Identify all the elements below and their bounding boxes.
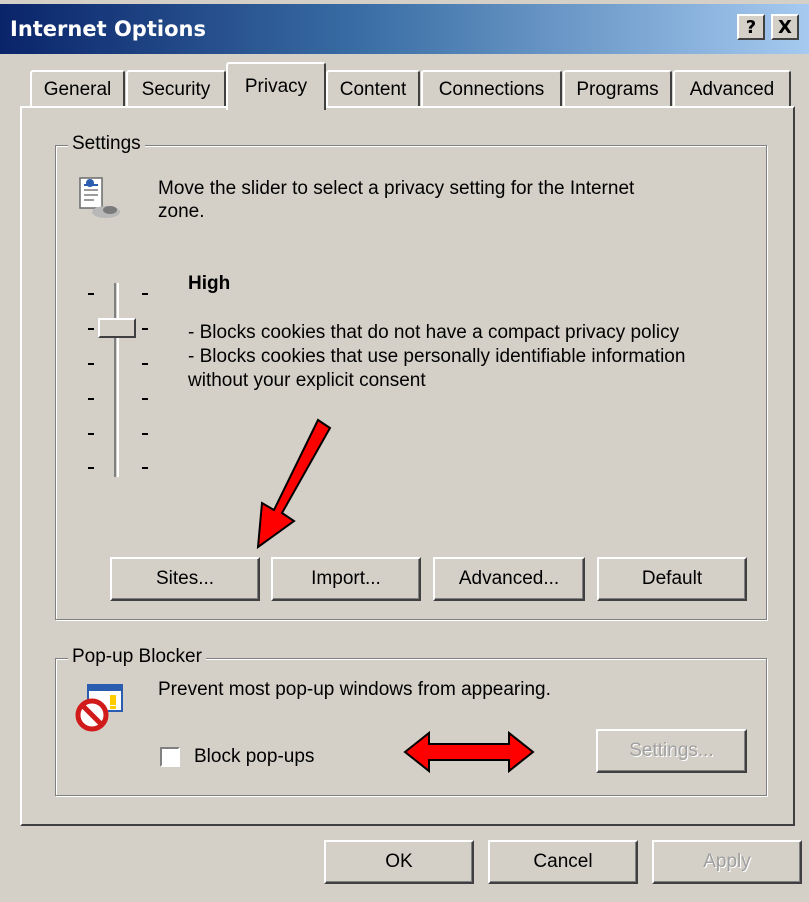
- tab-advanced[interactable]: Advanced: [673, 70, 791, 108]
- privacy-detail-line3: without your explicit consent: [188, 370, 426, 391]
- slider-tick: [142, 398, 148, 400]
- popup-blocker-icon: [75, 684, 123, 732]
- settings-description-line1: Move the slider to select a privacy sett…: [158, 178, 635, 199]
- default-button[interactable]: Default: [597, 557, 747, 601]
- slider-tick: [88, 433, 94, 435]
- window-title: Internet Options: [10, 17, 206, 41]
- popup-description: Prevent most pop-up windows from appeari…: [158, 679, 551, 700]
- slider-tick: [88, 398, 94, 400]
- popup-blocker-legend: Pop-up Blocker: [68, 646, 206, 668]
- block-popups-label[interactable]: Block pop-ups: [194, 745, 314, 768]
- sites-button[interactable]: Sites...: [110, 557, 260, 601]
- annotation-double-arrow-icon: [403, 730, 535, 774]
- slider-tick: [88, 363, 94, 365]
- import-button[interactable]: Import...: [271, 557, 421, 601]
- title-bar[interactable]: Internet Options ? X: [0, 4, 809, 54]
- privacy-icon: [79, 177, 120, 218]
- help-button[interactable]: ?: [737, 14, 765, 40]
- slider-tick: [88, 467, 94, 469]
- slider-tick: [142, 467, 148, 469]
- slider-tick: [142, 293, 148, 295]
- slider-thumb[interactable]: [98, 318, 136, 338]
- internet-options-window: Internet Options ? X General Security Pr…: [0, 0, 809, 902]
- ok-button[interactable]: OK: [324, 840, 474, 884]
- apply-button[interactable]: Apply: [652, 840, 802, 884]
- privacy-detail-line2: - Blocks cookies that use personally ide…: [188, 346, 686, 367]
- slider-track[interactable]: [114, 283, 119, 477]
- cancel-button[interactable]: Cancel: [488, 840, 638, 884]
- slider-tick: [142, 328, 148, 330]
- tab-programs[interactable]: Programs: [563, 70, 672, 108]
- block-popups-checkbox[interactable]: [160, 747, 180, 767]
- tab-privacy[interactable]: Privacy: [226, 62, 326, 110]
- settings-legend: Settings: [68, 133, 145, 155]
- privacy-level-label: High: [188, 273, 231, 294]
- popup-settings-button[interactable]: Settings...: [596, 729, 747, 773]
- slider-tick: [88, 328, 94, 330]
- tab-security[interactable]: Security: [126, 70, 226, 108]
- annotation-arrow-down-icon: [256, 418, 332, 550]
- slider-tick: [142, 363, 148, 365]
- privacy-detail-line1: - Blocks cookies that do not have a comp…: [188, 322, 680, 343]
- tab-content[interactable]: Content: [326, 70, 420, 108]
- tab-general[interactable]: General: [30, 70, 125, 108]
- slider-tick: [88, 293, 94, 295]
- advanced-button[interactable]: Advanced...: [433, 557, 585, 601]
- slider-tick: [142, 433, 148, 435]
- close-button[interactable]: X: [771, 14, 799, 40]
- tab-connections[interactable]: Connections: [421, 70, 562, 108]
- settings-description-line2: zone.: [158, 201, 205, 222]
